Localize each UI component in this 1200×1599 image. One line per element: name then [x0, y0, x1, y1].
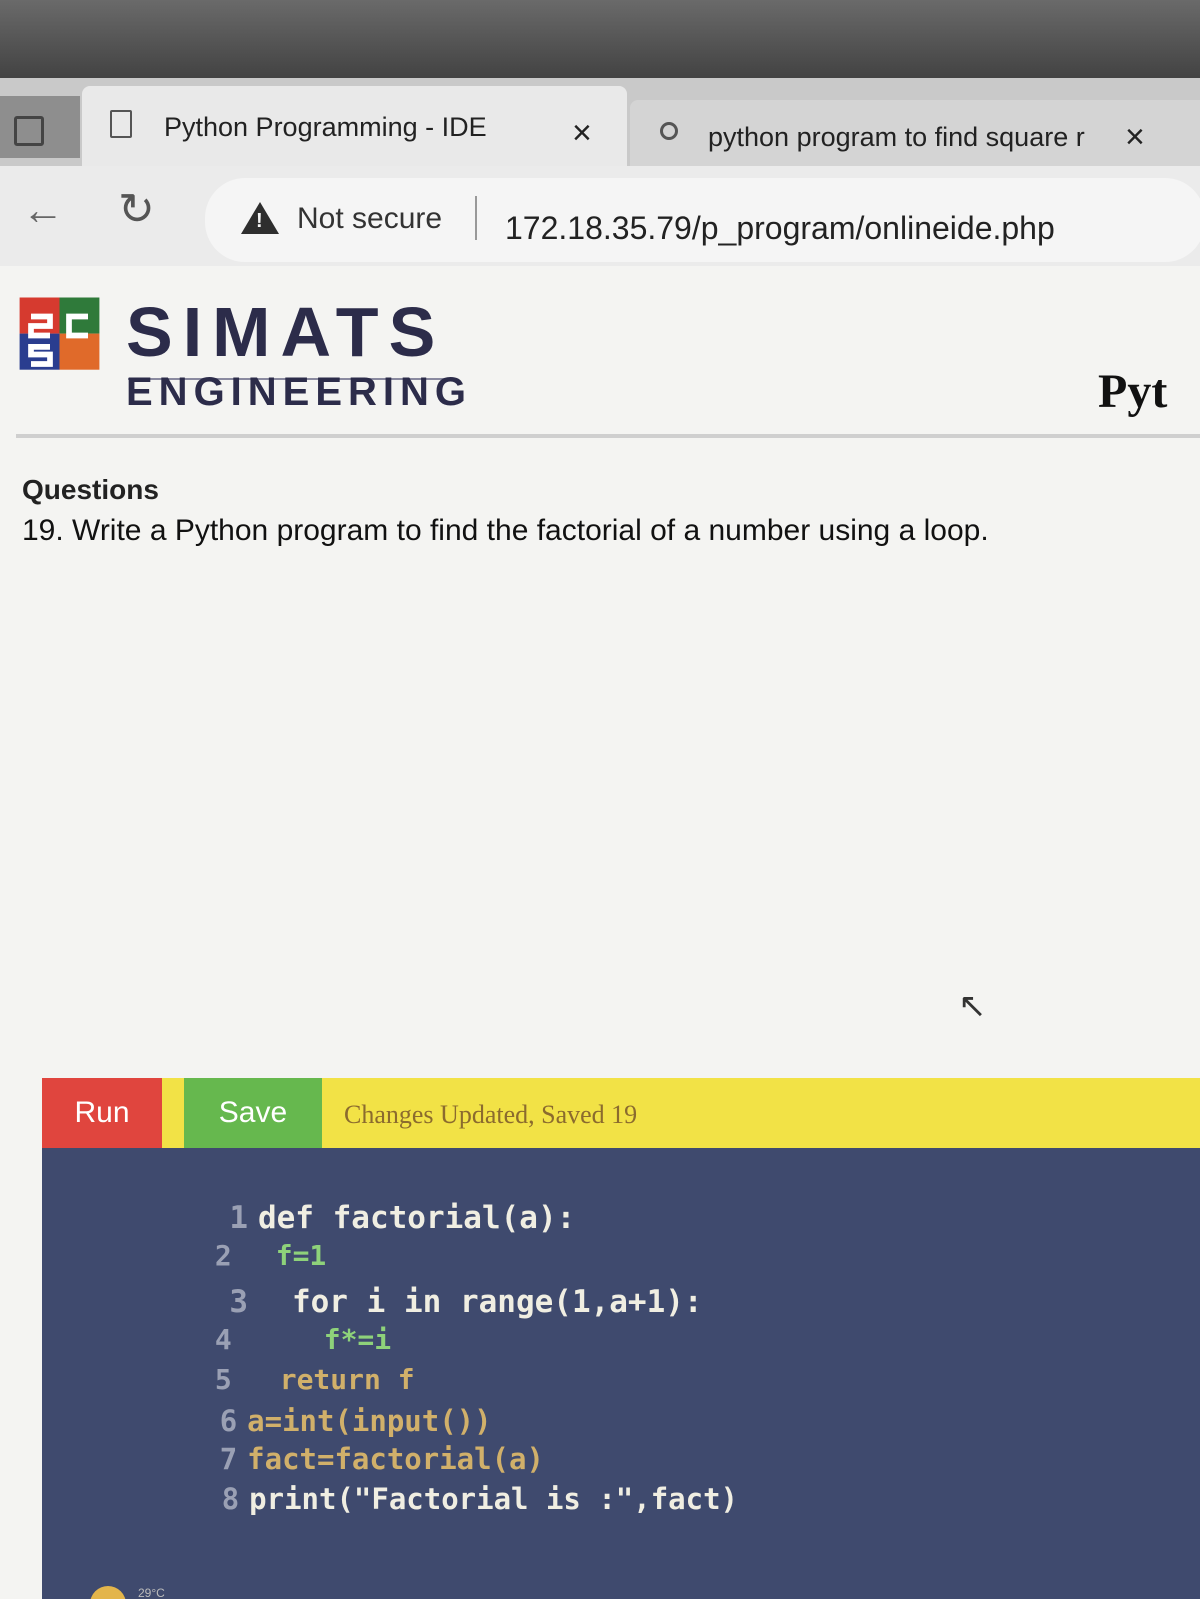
tab-overview-icon [14, 116, 44, 146]
brand-subtitle: ENGINEERING [126, 370, 473, 414]
taskbar-weather[interactable]: 29°C [90, 1586, 165, 1599]
browser-toolbar: ← ↻ ! Not secure 172.18.35.79/p_program/… [0, 166, 1200, 266]
separator [475, 196, 477, 240]
save-status: Changes Updated, Saved 19 [344, 1100, 638, 1129]
back-arrow-icon[interactable]: ← [22, 186, 64, 234]
search-icon [660, 122, 678, 140]
page-icon [110, 110, 132, 138]
code-line[interactable]: 8 print("Factorial is :",fact) [82, 1448, 738, 1550]
tab-title: python program to find square r [708, 122, 1085, 152]
page-content: SIMATS ENGINEERING Pyt Questions 19. Wri… [0, 266, 1200, 1599]
close-icon[interactable]: × [572, 116, 592, 150]
reload-icon[interactable]: ↻ [118, 184, 155, 235]
warning-icon: ! [241, 202, 279, 234]
close-icon[interactable]: × [1125, 120, 1145, 154]
editor-toolbar: Run Save Changes Updated, Saved 19 [42, 1078, 1200, 1148]
mouse-pointer-icon: ↖ [958, 987, 987, 1025]
tab-overview-button[interactable] [0, 96, 80, 158]
sun-icon [90, 1586, 126, 1599]
brand-name: SIMATS [126, 293, 446, 371]
tab-title: Python Programming - IDE [164, 112, 487, 142]
simats-logo-icon [19, 297, 100, 370]
header-title: Pyt [1098, 365, 1168, 418]
address-bar[interactable]: ! Not secure 172.18.35.79/p_program/onli… [205, 178, 1200, 262]
save-button[interactable]: Save [184, 1078, 322, 1148]
temperature: 29°C [138, 1586, 165, 1599]
tab-search[interactable]: python program to find square r × [630, 100, 1200, 166]
questions-heading: Questions [22, 474, 159, 505]
question-text: 19. Write a Python program to find the f… [22, 514, 989, 547]
header-divider [16, 434, 1200, 438]
url-text[interactable]: 172.18.35.79/p_program/onlineide.php [505, 210, 1055, 247]
code-editor[interactable]: 1 def factorial(a): 2 f=1 3 for i in range(… [42, 1148, 1200, 1599]
tab-python-ide[interactable]: Python Programming - IDE × [82, 86, 627, 166]
code-text: print("Factorial is :",fact) [249, 1482, 739, 1516]
run-button[interactable]: Run [42, 1078, 162, 1148]
line-number: 8 [221, 1482, 240, 1516]
tab-strip: Python Programming - IDE × python progra… [0, 78, 1200, 166]
security-label[interactable]: Not secure [297, 202, 442, 236]
screen: Python Programming - IDE × python progra… [0, 78, 1200, 1599]
